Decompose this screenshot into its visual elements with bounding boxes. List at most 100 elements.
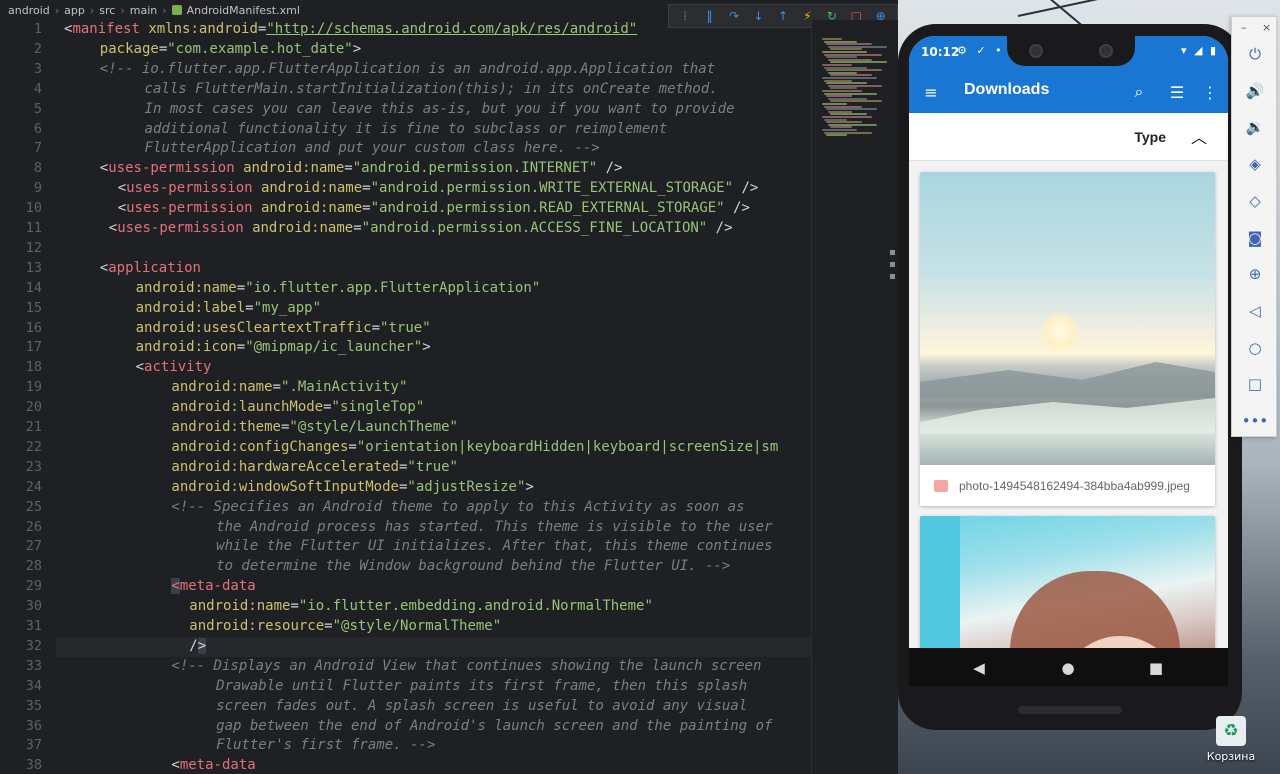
line-number: 30 <box>25 598 42 615</box>
zoom-icon[interactable]: ⊕ <box>1242 261 1268 287</box>
breadcrumb-item[interactable]: app <box>64 4 85 17</box>
code-line[interactable]: <uses-permission android:name="android.p… <box>118 179 759 199</box>
code-line[interactable]: <uses-permission android:name="android.p… <box>100 159 623 179</box>
more-icon[interactable]: ••• <box>1242 408 1269 434</box>
code-token: <!-- Displays an Android View that conti… <box>171 657 762 674</box>
code-line[interactable]: Drawable until Flutter paints its first … <box>216 677 747 697</box>
code-token: "@mipmap/ic_launcher" <box>245 339 423 356</box>
emulator-screen[interactable]: 10:12 ⚙ ✓ • ▾ ◢ ▮ ≡ Downloads ⌕ ☰ ⋮ Type… <box>909 36 1228 686</box>
code-token: android:icon <box>135 339 237 356</box>
code-token: "my_app" <box>253 299 322 316</box>
code-line[interactable]: /> <box>189 637 207 657</box>
line-number: 26 <box>25 518 42 535</box>
search-icon[interactable]: ⌕ <box>1127 80 1151 104</box>
code-line[interactable]: to determine the Window background behin… <box>216 557 730 577</box>
code-line[interactable]: gap between the end of Android's launch … <box>216 717 772 737</box>
code-line[interactable]: android:name=".MainActivity" <box>171 378 407 398</box>
code-line[interactable]: android:name="io.flutter.embedding.andro… <box>189 597 653 617</box>
code-line[interactable]: android:launchMode="singleTop" <box>171 398 424 418</box>
code-line[interactable]: <!-- Displays an Android View that conti… <box>171 657 761 677</box>
code-line[interactable]: calls FlutterMain.startInitialization(th… <box>145 80 718 100</box>
nav-recents-icon[interactable]: ■ <box>1145 657 1167 679</box>
line-number: 18 <box>25 359 42 376</box>
line-number: 7 <box>33 140 42 157</box>
volume-down-icon[interactable]: 🔉 <box>1242 114 1268 140</box>
code-line[interactable]: package="com.example.hot_date"> <box>100 40 361 60</box>
chevron-up-icon[interactable]: ︿ <box>1188 125 1210 147</box>
code-line[interactable]: android:resource="@style/NormalTheme" <box>189 617 501 637</box>
back-icon[interactable]: ◁ <box>1242 298 1268 324</box>
power-icon[interactable]: ⏻ <box>1242 41 1268 67</box>
trash-label: Корзина <box>1206 750 1256 763</box>
rotate-right-icon[interactable]: ◇ <box>1242 188 1268 214</box>
minimap-line <box>826 43 872 46</box>
code-line[interactable]: android:configChanges="orientation|keybo… <box>171 438 778 458</box>
download-card[interactable]: photo-1494548162494-384bba4ab999.jpeg <box>920 172 1215 506</box>
code-line[interactable]: In most cases you can leave this as-is, … <box>145 100 735 120</box>
overview-icon[interactable]: □ <box>1242 371 1268 397</box>
code-line[interactable]: <!-- Specifies an Android theme to apply… <box>171 498 744 518</box>
android-file-icon <box>171 5 182 15</box>
rotate-left-icon[interactable]: ◈ <box>1242 151 1268 177</box>
code-token: "adjustResize" <box>407 478 526 495</box>
menu-icon[interactable]: ≡ <box>919 80 943 104</box>
sort-header[interactable]: Type ︿ <box>909 113 1228 161</box>
minimap-line <box>826 95 852 98</box>
minimap[interactable] <box>811 20 898 774</box>
nav-home-icon[interactable]: ● <box>1057 657 1079 679</box>
code-line[interactable]: FlutterApplication and put your custom c… <box>145 139 600 159</box>
code-line[interactable]: the Android process has started. This th… <box>216 518 772 538</box>
line-number: 27 <box>25 538 42 555</box>
code-token: < <box>108 220 118 236</box>
line-number: 8 <box>33 160 42 177</box>
code-token: android:resource <box>189 618 325 634</box>
code-line[interactable]: <meta-data <box>171 756 255 774</box>
code-line[interactable]: android:label="my_app" <box>136 299 321 319</box>
code-line[interactable]: <application <box>100 259 201 279</box>
breadcrumb-item[interactable]: android <box>8 4 50 17</box>
trash-icon: ♻ <box>1216 716 1246 746</box>
code-line[interactable]: while the Flutter UI initializes. After … <box>216 537 772 557</box>
code-line[interactable]: <meta-data <box>171 577 256 597</box>
app-title: Downloads <box>964 81 1050 98</box>
line-number: 37 <box>25 737 42 754</box>
line-number: 29 <box>25 578 42 595</box>
code-area[interactable]: < manifest xmlns:android = "http://schemas.… <box>56 20 811 774</box>
code-line[interactable]: android:icon="@mipmap/ic_launcher"> <box>136 338 431 358</box>
list-view-icon[interactable]: ☰ <box>1165 80 1189 104</box>
code-line[interactable]: android:usesCleartextTraffic="true" <box>136 319 431 339</box>
desktop-trash[interactable]: ♻ Корзина <box>1206 716 1256 772</box>
code-editor-window: android › app › src › main › AndroidManifest.xml… <box>0 0 898 774</box>
breadcrumb-item[interactable]: src <box>99 4 115 17</box>
code-token: < <box>171 757 180 774</box>
breadcrumb-item[interactable]: main <box>130 4 157 17</box>
code-line[interactable]: <manifest xmlns:android="http://schemas.… <box>64 20 637 40</box>
code-line[interactable]: additional functionality it is fine to s… <box>145 120 668 140</box>
camera-icon[interactable]: ◙ <box>1242 225 1268 251</box>
downloads-list[interactable]: photo-1494548162494-384bba4ab999.jpeg <box>909 161 1228 648</box>
code-token: "io.flutter.app.FlutterApplication" <box>245 279 541 296</box>
breadcrumb-item[interactable]: AndroidManifest.xml <box>187 4 300 17</box>
nav-back-icon[interactable]: ◀ <box>968 657 990 679</box>
code-line[interactable]: Flutter's first frame. --> <box>216 736 435 756</box>
code-line[interactable]: <uses-permission android:name="android.p… <box>118 199 750 219</box>
code-line[interactable]: <uses-permission android:name="android.p… <box>109 219 733 239</box>
volume-up-icon[interactable]: 🔊 <box>1242 78 1268 104</box>
code-token: activity <box>144 359 212 376</box>
code-token: "http://schemas.android.com/apk/res/andr… <box>266 21 638 37</box>
code-token: < <box>135 359 145 376</box>
code-line[interactable]: android:windowSoftInputMode="adjustResiz… <box>171 478 533 498</box>
file-name: photo-1494548162494-384bba4ab999.jpeg <box>959 478 1190 493</box>
more-options-icon[interactable]: ⋮ <box>1198 80 1222 104</box>
minimize-icon[interactable]: – <box>1241 21 1247 34</box>
code-line[interactable]: <activity <box>136 358 212 378</box>
home-icon[interactable]: ○ <box>1242 335 1268 361</box>
code-line[interactable]: android:name="io.flutter.app.FlutterAppl… <box>136 279 541 299</box>
code-line[interactable]: <!-- io.flutter.app.FlutterApplication i… <box>100 60 715 80</box>
close-icon[interactable]: × <box>1262 21 1271 34</box>
download-card[interactable] <box>920 516 1215 648</box>
code-line[interactable]: android:hardwareAccelerated="true" <box>171 458 458 478</box>
code-line[interactable]: android:theme="@style/LaunchTheme" <box>171 418 458 438</box>
code-line[interactable]: screen fades out. A splash screen is use… <box>216 697 747 717</box>
